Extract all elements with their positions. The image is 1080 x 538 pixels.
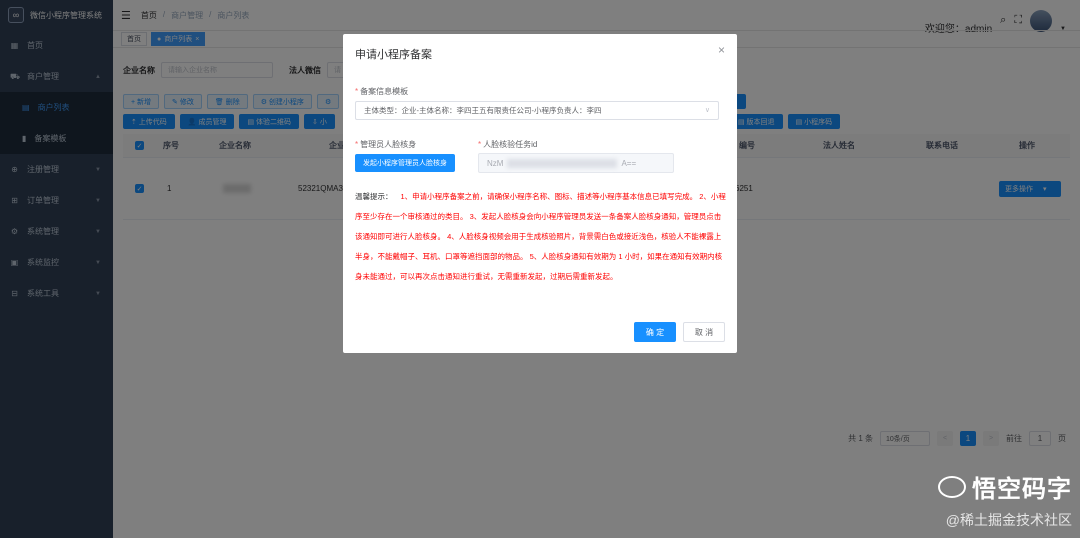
wechat-icon: [938, 475, 966, 498]
close-icon[interactable]: ×: [718, 43, 725, 57]
face-label: * 管理员人脸核身: [355, 140, 417, 149]
chevron-down-icon: ∨: [704, 107, 710, 114]
template-select[interactable]: 主体类型：企业-主体名称：李四王五有限责任公司-小程序负责人：李四 ∨: [355, 101, 719, 120]
required-mark: *: [478, 140, 482, 149]
tips-label: 温馨提示：: [355, 192, 393, 201]
taskid-label: * 人脸核验任务id: [478, 140, 538, 149]
cancel-button[interactable]: 取 消: [683, 322, 725, 342]
dialog-title: 申请小程序备案: [355, 49, 432, 61]
taskid-input[interactable]: NzM A==: [478, 153, 674, 173]
watermark-sub: @稀土掘金技术社区: [945, 512, 1072, 528]
required-mark: *: [355, 87, 359, 96]
required-mark: *: [355, 140, 359, 149]
taskid-masked: [507, 158, 618, 168]
template-label: * 备案信息模板: [355, 87, 409, 96]
start-face-verify-button[interactable]: 发起小程序管理员人脸核身: [355, 154, 455, 172]
confirm-button[interactable]: 确 定: [634, 322, 676, 342]
filing-dialog: 申请小程序备案 × * 备案信息模板 主体类型：企业-主体名称：李四王五有限责任公…: [343, 34, 737, 353]
tips-text: 温馨提示： 1、申请小程序备案之前，请确保小程序名称、图标、描述等小程序基本信息已…: [355, 192, 726, 281]
watermark-brand: 悟空码字: [972, 476, 1072, 503]
watermark: 悟空码字 @稀土掘金技术社区: [938, 469, 1072, 530]
